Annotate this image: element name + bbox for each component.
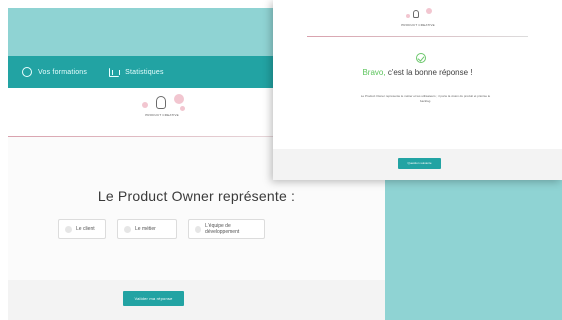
answer-label: L'équipe de développement: [205, 223, 240, 235]
lightbulb-icon: [156, 96, 166, 109]
nav-label: Statistiques: [125, 68, 164, 76]
question-text: Le Product Owner représente :: [97, 188, 296, 204]
nav-label: Vos formations: [38, 68, 88, 76]
answer-list: Le client Le métier L'équipe de développ…: [58, 219, 265, 239]
result-title: Bravo, c'est la bonne réponse !: [273, 68, 562, 77]
nav-item-formations[interactable]: Vos formations: [22, 67, 87, 77]
answer-label: Le client: [76, 226, 95, 232]
validate-answer-button[interactable]: Valider ma réponse: [123, 291, 184, 306]
check-circle-icon: [416, 53, 426, 63]
logo-text: PRODUCT CREATIVE: [145, 113, 179, 117]
quiz-footer: Valider ma réponse: [8, 280, 385, 320]
logo-text: PRODUCT CREATIVE: [401, 23, 435, 27]
answer-option-equipe[interactable]: L'équipe de développement: [188, 219, 265, 239]
nav-item-statistics[interactable]: Statistiques: [109, 67, 164, 77]
brand-logo: PRODUCT CREATIVE: [132, 92, 192, 128]
answer-option-client[interactable]: Le client: [58, 219, 106, 239]
result-title-text: c'est la bonne réponse !: [385, 68, 473, 77]
background-panel: [385, 180, 562, 320]
result-title-accent: Bravo,: [362, 68, 386, 77]
radio-icon: [65, 225, 72, 233]
divider: [307, 36, 528, 37]
radio-icon: [195, 225, 202, 233]
result-explanation: Le Product Owner représente le métier et…: [360, 94, 491, 103]
clock-icon: [22, 67, 32, 77]
radio-icon: [124, 225, 131, 233]
answer-option-metier[interactable]: Le métier: [117, 219, 177, 239]
modal-footer: Question suivante: [273, 149, 562, 180]
answer-label: Le métier: [135, 226, 156, 232]
chart-icon: [109, 67, 121, 77]
next-question-button[interactable]: Question suivante: [398, 158, 441, 169]
feedback-modal: PRODUCT CREATIVE Bravo, c'est la bonne r…: [273, 0, 562, 180]
lightbulb-icon: [413, 10, 419, 18]
